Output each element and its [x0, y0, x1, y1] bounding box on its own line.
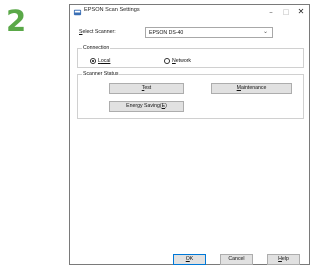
- connection-group: Connection Local Network: [77, 45, 304, 68]
- step-number: 2: [6, 4, 27, 38]
- energy-saving-button[interactable]: Energy Saving(E): [109, 101, 184, 112]
- epson-scan-settings-window: EPSON Scan Settings – □ ✕ Select Scanner…: [69, 4, 310, 265]
- ok-button[interactable]: OK: [173, 254, 206, 265]
- scanner-status-group-title: Scanner Status: [82, 71, 120, 77]
- cancel-button[interactable]: Cancel: [220, 254, 253, 265]
- scanner-dropdown[interactable]: EPSON DS-40 ⌄: [145, 27, 273, 38]
- epson-scan-app-icon: [73, 9, 82, 16]
- close-button[interactable]: ✕: [294, 6, 308, 18]
- title-bar: EPSON Scan Settings – □ ✕: [70, 5, 309, 20]
- chevron-down-icon: ⌄: [262, 29, 268, 35]
- maximize-button[interactable]: □: [279, 6, 293, 18]
- local-radio-label[interactable]: Local: [98, 58, 110, 64]
- select-scanner-label: Select Scanner:: [79, 29, 116, 35]
- help-button[interactable]: Help: [267, 254, 300, 265]
- minimize-button[interactable]: –: [264, 6, 278, 18]
- network-radio-label[interactable]: Network: [172, 58, 191, 64]
- window-title: EPSON Scan Settings: [84, 7, 140, 13]
- test-button[interactable]: Test: [109, 83, 184, 94]
- scanner-status-group: Scanner Status Test Maintenance Energy S…: [77, 71, 304, 119]
- network-radio[interactable]: [164, 58, 170, 64]
- scanner-dropdown-value: EPSON DS-40: [149, 30, 184, 36]
- connection-group-title: Connection: [82, 45, 111, 51]
- local-radio[interactable]: [90, 58, 96, 64]
- maintenance-button[interactable]: Maintenance: [211, 83, 292, 94]
